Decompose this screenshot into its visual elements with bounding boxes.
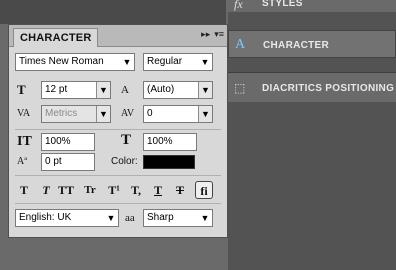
chevron-down-icon: ▼ bbox=[200, 57, 210, 67]
chevron-down-icon: ▼ bbox=[122, 57, 132, 67]
ligature-button[interactable]: fi bbox=[195, 181, 213, 199]
vertical-scale-icon: IT bbox=[17, 134, 32, 149]
underline-button[interactable]: T bbox=[149, 181, 167, 199]
vertical-scale-value: 100% bbox=[45, 136, 71, 147]
fx-icon: fx bbox=[234, 0, 243, 11]
font-size-value: 12 pt bbox=[45, 84, 68, 95]
all-caps-button[interactable]: TT bbox=[57, 181, 75, 199]
font-size-icon: T bbox=[17, 82, 26, 97]
panel-header: CHARACTER ▸▸ ▾≡ bbox=[9, 25, 227, 47]
kerning-field[interactable]: Metrics ▼ bbox=[41, 105, 111, 123]
baseline-shift-icon: Aª bbox=[17, 156, 27, 167]
tab-character[interactable]: CHARACTER bbox=[13, 28, 99, 47]
font-style-select[interactable]: Regular ▼ bbox=[143, 53, 213, 71]
tracking-value: 0 bbox=[147, 108, 153, 119]
horizontal-scale-value: 100% bbox=[147, 136, 173, 147]
leading-icon: A bbox=[121, 84, 129, 96]
antialias-select[interactable]: Sharp ▼ bbox=[143, 209, 213, 227]
strikethrough-button[interactable]: T bbox=[171, 181, 189, 199]
divider bbox=[15, 129, 221, 130]
color-label: Color: bbox=[111, 156, 138, 167]
baseline-shift-value: 0 pt bbox=[45, 156, 62, 167]
font-family-select[interactable]: Times New Roman ▼ bbox=[15, 53, 135, 71]
tracking-icon: AV bbox=[121, 108, 135, 119]
leading-value: (Auto) bbox=[147, 84, 175, 95]
character-panel: CHARACTER ▸▸ ▾≡ Times New Roman ▼ Regula… bbox=[8, 24, 228, 238]
faux-italic-button[interactable]: T bbox=[37, 181, 55, 199]
character-icon: A bbox=[235, 37, 246, 52]
horizontal-scale-icon: T bbox=[121, 132, 132, 148]
kerning-value: Metrics bbox=[45, 108, 78, 119]
divider bbox=[15, 175, 221, 176]
language-value: English: UK bbox=[19, 212, 72, 223]
divider bbox=[15, 203, 221, 204]
language-select[interactable]: English: UK ▼ bbox=[15, 209, 119, 227]
workspace: CHARACTER ▸▸ ▾≡ Times New Roman ▼ Regula… bbox=[0, 0, 396, 270]
chevron-down-icon: ▼ bbox=[106, 213, 116, 223]
dock-item-diacritics[interactable]: ⬚ DIACRITICS POSITIONING bbox=[228, 72, 396, 102]
dock-label-diacritics: DIACRITICS POSITIONING bbox=[262, 83, 395, 94]
kerning-icon: VA bbox=[17, 108, 31, 119]
horizontal-scale-field[interactable]: 100% bbox=[143, 133, 197, 151]
baseline-shift-field[interactable]: 0 pt bbox=[41, 153, 95, 171]
tracking-field[interactable]: 0 ▼ bbox=[143, 105, 213, 123]
diacritics-icon: ⬚ bbox=[234, 81, 246, 95]
panel-dock: fx STYLES A CHARACTER ⬚ DIACRITICS POSIT… bbox=[228, 0, 396, 270]
leading-field[interactable]: (Auto) ▼ bbox=[143, 81, 213, 99]
antialias-value: Sharp bbox=[147, 212, 174, 223]
superscript-button[interactable]: T¹ bbox=[105, 181, 123, 199]
text-color-swatch[interactable] bbox=[143, 155, 195, 169]
dock-item-styles[interactable]: fx STYLES bbox=[228, 0, 396, 12]
chevron-down-icon: ▼ bbox=[200, 213, 210, 223]
antialias-icon: aa bbox=[125, 212, 135, 224]
chevron-down-icon[interactable]: ▼ bbox=[96, 82, 110, 98]
chevron-down-icon[interactable]: ▼ bbox=[198, 82, 212, 98]
font-family-value: Times New Roman bbox=[19, 56, 104, 67]
chevron-down-icon[interactable]: ▼ bbox=[198, 106, 212, 122]
panel-menu-icon[interactable]: ▾≡ bbox=[214, 29, 224, 40]
vertical-scale-field[interactable]: 100% bbox=[41, 133, 95, 151]
top-bar bbox=[0, 0, 226, 24]
dock-label-character: CHARACTER bbox=[263, 40, 330, 51]
collapse-icon[interactable]: ▸▸ bbox=[201, 29, 210, 40]
chevron-down-icon[interactable]: ▼ bbox=[96, 106, 110, 122]
faux-bold-button[interactable]: T bbox=[15, 181, 33, 199]
font-size-field[interactable]: 12 pt ▼ bbox=[41, 81, 111, 99]
font-style-value: Regular bbox=[147, 56, 183, 67]
dock-label-styles: STYLES bbox=[262, 0, 303, 9]
dock-item-character[interactable]: A CHARACTER bbox=[228, 30, 396, 58]
small-caps-button[interactable]: Tr bbox=[81, 181, 99, 199]
subscript-button[interactable]: T, bbox=[127, 181, 145, 199]
